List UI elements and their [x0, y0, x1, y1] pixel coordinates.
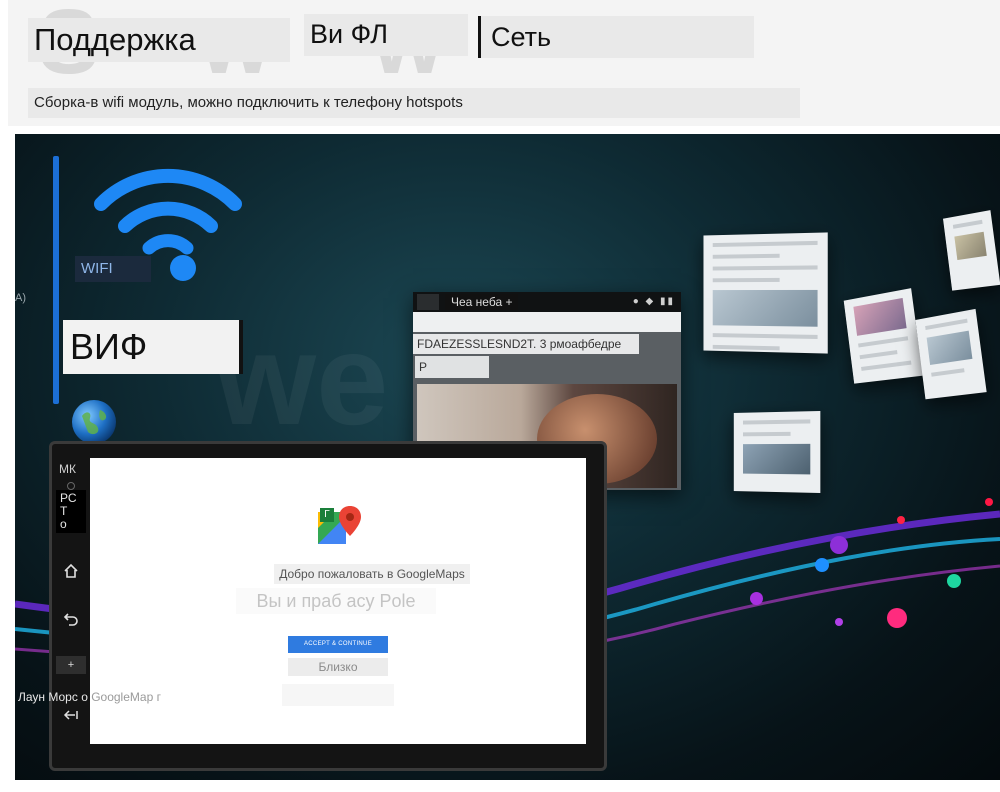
browser-status-bar: Чеа неба + ● ◆ ▮▮	[413, 292, 681, 312]
floating-screenshot	[703, 232, 828, 354]
launch-label-faded: GoogleMap г	[91, 690, 161, 704]
subtitle: Сборка-в wifi модуль, можно подключить к…	[28, 88, 800, 118]
floating-screenshot	[943, 210, 1000, 291]
promo-banner: we we WIFI A) ВИФ	[15, 134, 1000, 780]
car-head-unit: МК РС Т о + Г Добро пожаловать в GoogleM…	[18, 441, 607, 771]
floating-screenshot	[915, 308, 987, 400]
status-text: Чеа неба +	[445, 294, 519, 310]
head-unit-screen: Г Добро пожаловать в GoogleMaps Вы и пра…	[90, 458, 586, 744]
volume-down-button[interactable]	[58, 706, 84, 730]
decor-dot	[897, 516, 905, 524]
status-icons: ● ◆ ▮▮	[632, 296, 675, 307]
launch-label-main: Лаун Морс о	[18, 690, 92, 704]
browser-address-bar	[413, 312, 681, 332]
home-button[interactable]	[58, 562, 84, 586]
title-support: Поддержка	[28, 18, 290, 62]
maps-badge: Г	[320, 508, 334, 522]
volume-up-button[interactable]: +	[56, 656, 86, 674]
browser-p-label: Р	[415, 356, 489, 378]
floating-screenshot	[843, 288, 923, 384]
title-network: Сеть	[478, 16, 754, 58]
wifi-label: WIFI	[75, 256, 151, 282]
decor-dot	[750, 592, 763, 605]
decor-dot	[830, 536, 848, 554]
title-vi-fl: Ви ФЛ	[304, 14, 468, 56]
decor-dot	[835, 618, 843, 626]
decor-dot	[887, 608, 907, 628]
wifi-big-label: ВИФ	[63, 320, 243, 374]
head-unit-side-panel: МК РС Т о +	[52, 444, 92, 768]
launch-label: Лаун Морс о GoogleMap г	[18, 688, 161, 706]
welcome-subtext: Вы и праб асу Pole	[236, 588, 436, 614]
back-button[interactable]	[58, 610, 84, 634]
mic-dot	[67, 482, 75, 490]
back-icon	[63, 613, 78, 626]
header-band: S w w Поддержка Ви ФЛ Сеть Сборка-в wifi…	[8, 0, 1000, 126]
left-edge-text: A)	[15, 292, 26, 304]
decor-dot	[815, 558, 829, 572]
accept-continue-button[interactable]: ACCEPT & CONTINUE	[288, 636, 388, 653]
floating-screenshot	[733, 410, 821, 494]
status-left-box	[417, 294, 439, 310]
globe-icon	[72, 400, 116, 444]
accent-bar	[53, 156, 59, 404]
home-icon	[64, 563, 78, 578]
reset-label: РС Т о	[56, 490, 86, 533]
volume-down-icon	[63, 710, 78, 720]
screen-footer-placeholder	[282, 684, 394, 706]
decor-dot	[985, 498, 993, 506]
welcome-text: Добро пожаловать в GoogleMaps	[274, 564, 470, 584]
close-button[interactable]: Близко	[288, 658, 388, 676]
browser-caption: FDAEZESSLESND2T. 3 рмоафбедре	[413, 334, 639, 354]
mic-label: МК	[59, 462, 76, 476]
decor-dot	[947, 574, 961, 588]
